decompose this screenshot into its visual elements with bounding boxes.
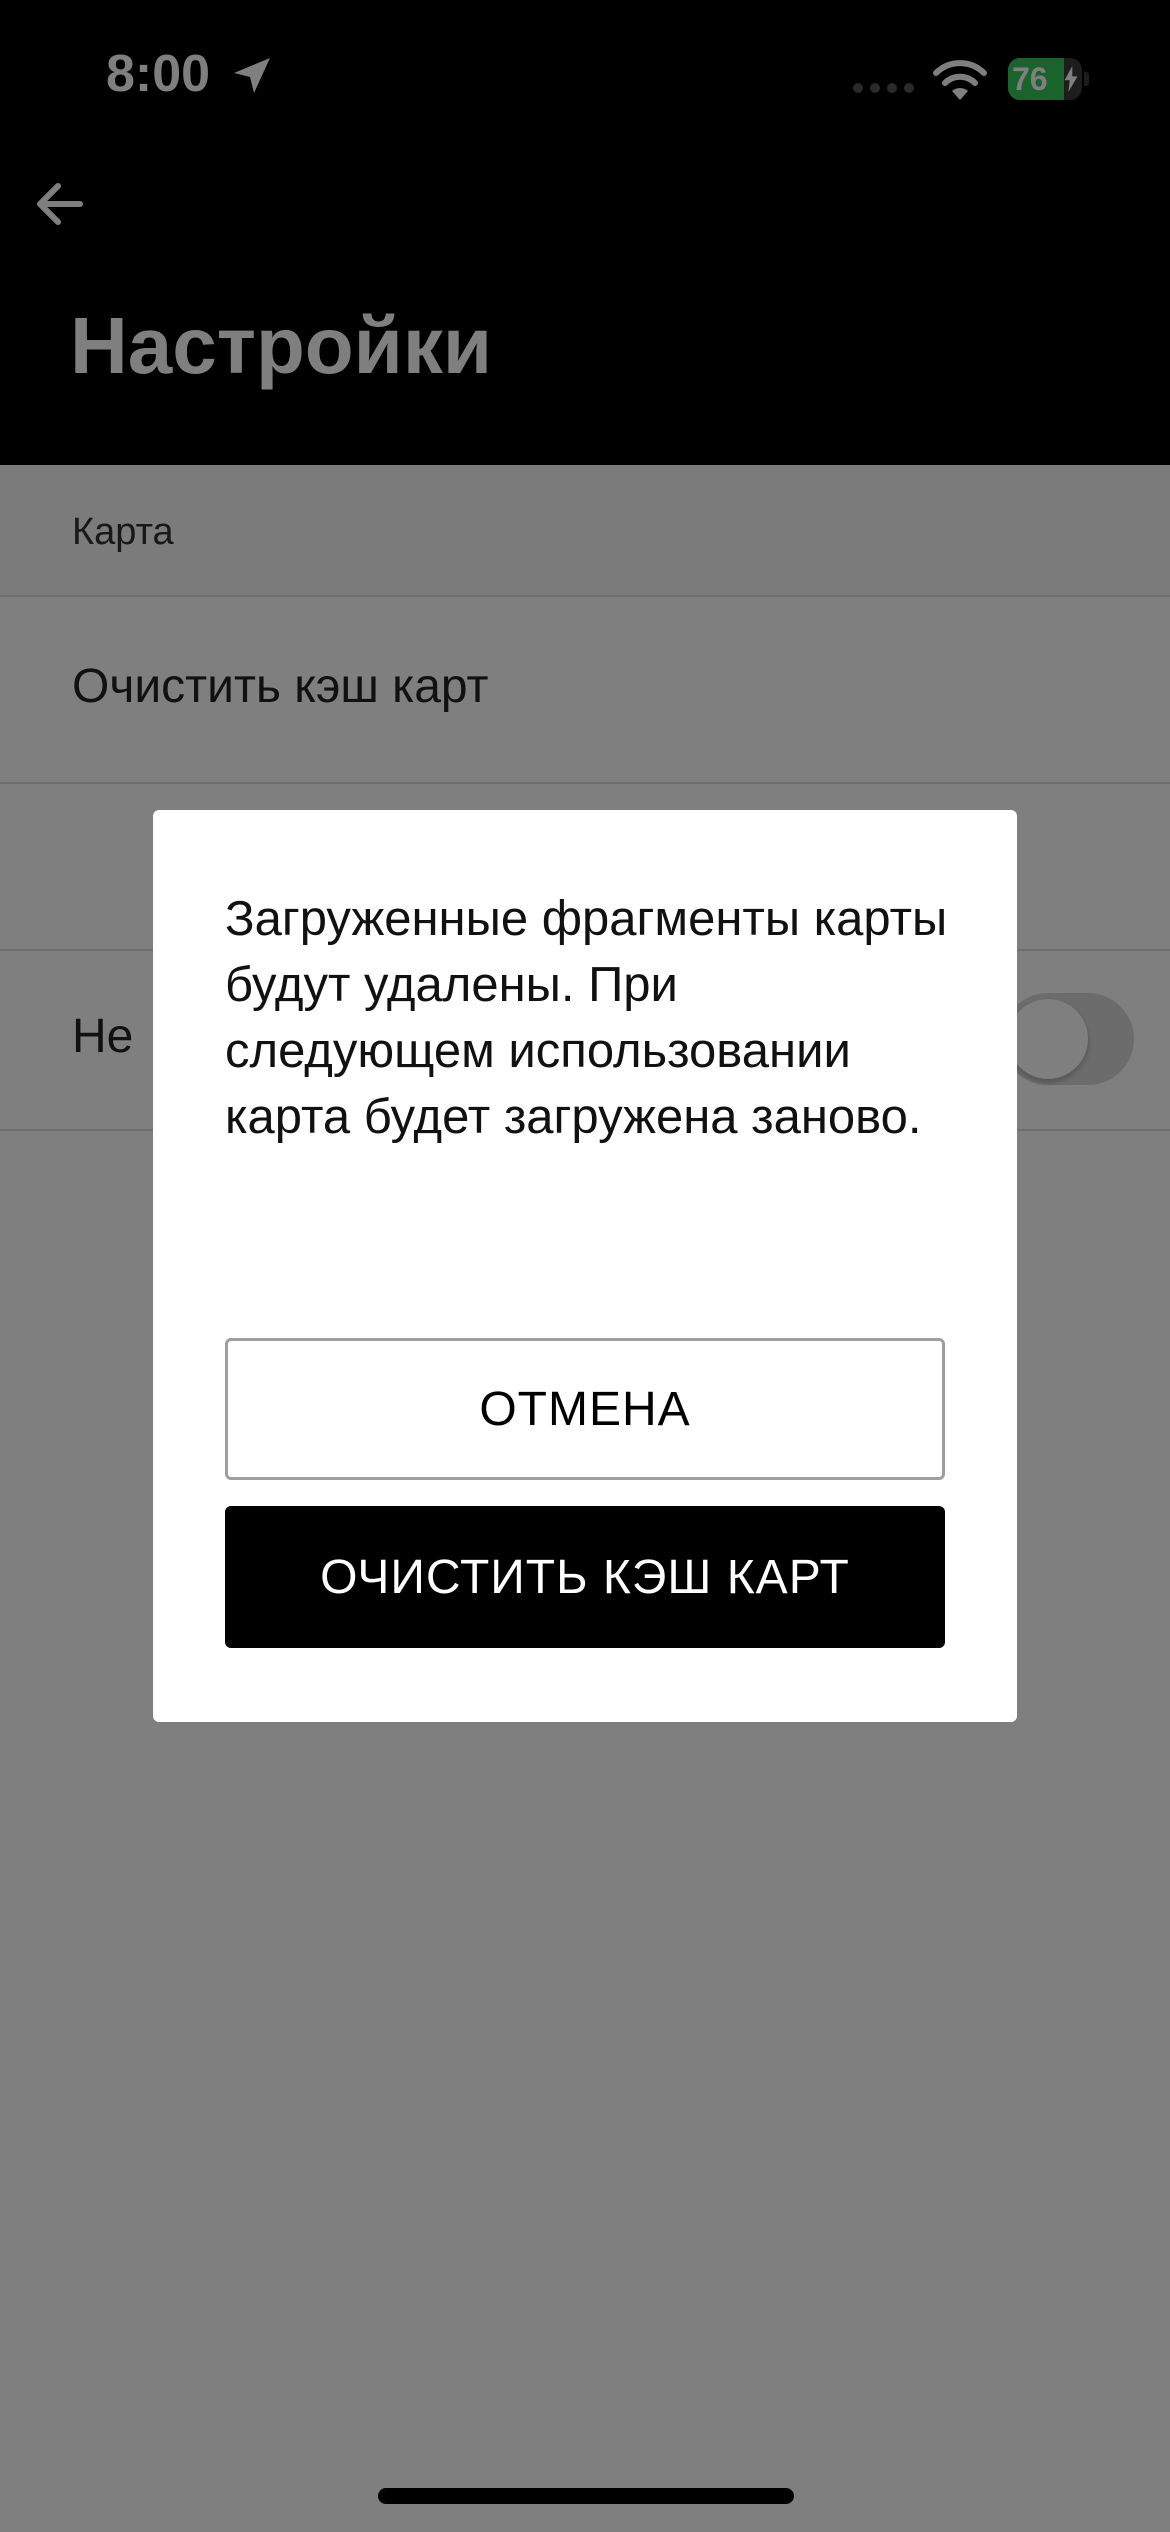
dialog-message: Загруженные фрагменты карты будут удален… bbox=[225, 892, 948, 1144]
clear-map-cache-button[interactable]: ОЧИСТИТЬ КЭШ КАРТ bbox=[225, 1506, 945, 1648]
cancel-button[interactable]: ОТМЕНА bbox=[225, 1338, 945, 1480]
home-indicator[interactable] bbox=[378, 2488, 794, 2504]
clear-cache-dialog: Загруженные фрагменты карты будут удален… bbox=[153, 810, 1017, 1722]
